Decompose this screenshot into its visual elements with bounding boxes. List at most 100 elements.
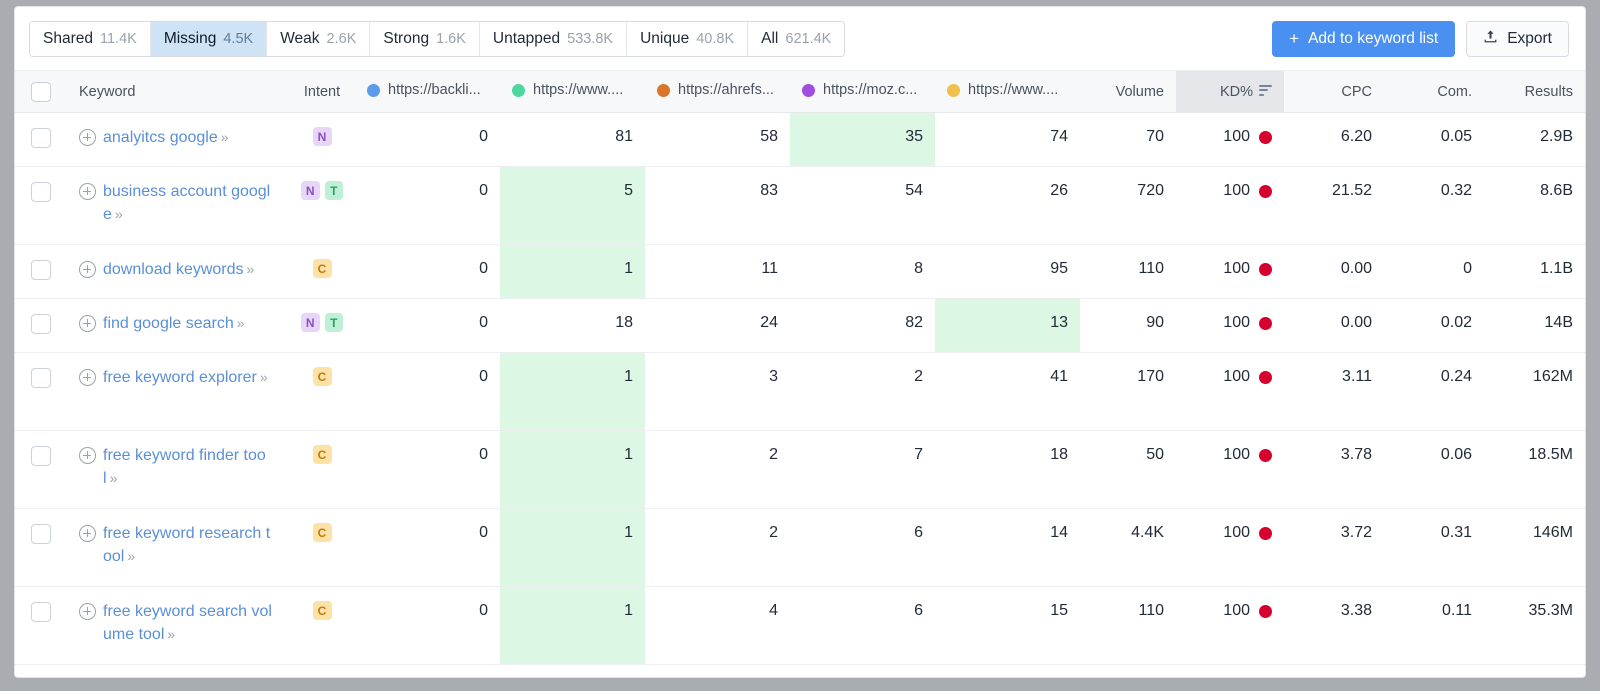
filter-tab-missing[interactable]: Missing 4.5K: [150, 21, 268, 56]
chevron-double-right-icon[interactable]: »: [237, 315, 245, 331]
filter-tab-untapped[interactable]: Untapped 533.8K: [479, 21, 628, 56]
intent-badge-c[interactable]: C: [312, 259, 332, 278]
table-row[interactable]: business account google» N T 0 5 83 54 26 720 100…: [15, 166, 1585, 245]
intent-badge-n[interactable]: N: [301, 181, 320, 200]
table-row[interactable]: free keyword finder tool» C 0 1 2 7 18 50 100 3.7…: [15, 430, 1585, 509]
row-checkbox[interactable]: [31, 314, 51, 334]
intent-badge-t[interactable]: T: [324, 313, 343, 332]
filter-tab-weak[interactable]: Weak 2.6K: [267, 21, 371, 56]
table-row[interactable]: analyitcs google» N 0 81 58 35 74 70 100 6.20 0.05…: [15, 112, 1585, 167]
row-checkbox[interactable]: [31, 602, 51, 622]
table-row[interactable]: free keyword explorer» C 0 1 3 2 41 170 100 3.11 0…: [15, 352, 1585, 431]
row-checkbox[interactable]: [31, 524, 51, 544]
header-com[interactable]: Com.: [1384, 70, 1484, 113]
intent-badge-c[interactable]: C: [312, 601, 332, 620]
upload-icon: [1483, 29, 1498, 49]
add-keyword-icon[interactable]: [79, 315, 96, 332]
keyword-link[interactable]: download keywords»: [103, 258, 255, 281]
intent-badge-n[interactable]: N: [312, 127, 332, 146]
intent-badge-t[interactable]: T: [324, 181, 343, 200]
filter-tab-count: 4.5K: [223, 30, 254, 47]
keyword-cell: free keyword research tool»: [67, 509, 289, 587]
url-rank-cell-1: 5: [500, 166, 645, 245]
keyword-link[interactable]: business account google»: [103, 180, 277, 226]
header-url-0[interactable]: https://backli...: [355, 70, 500, 113]
row-checkbox[interactable]: [31, 260, 51, 280]
add-keyword-icon[interactable]: [79, 183, 96, 200]
filter-tab-unique[interactable]: Unique 40.8K: [627, 21, 749, 56]
keyword-link[interactable]: find google search»: [103, 312, 245, 335]
chevron-double-right-icon[interactable]: »: [115, 206, 123, 222]
header-volume[interactable]: Volume: [1080, 70, 1176, 113]
keyword-link[interactable]: free keyword research tool»: [103, 522, 277, 568]
header-url-1[interactable]: https://www....: [500, 70, 645, 113]
export-button[interactable]: Export: [1466, 20, 1569, 57]
filter-tab-label: Unique: [640, 29, 690, 47]
header-kd[interactable]: KD%: [1176, 70, 1284, 113]
intent-badge-c[interactable]: C: [312, 445, 332, 464]
header-url-2[interactable]: https://ahrefs...: [645, 70, 790, 113]
cpc-cell: 3.38: [1340, 602, 1372, 619]
filter-tab-strong[interactable]: Strong 1.6K: [370, 21, 480, 56]
add-keyword-icon[interactable]: [79, 369, 96, 386]
chevron-double-right-icon[interactable]: »: [127, 548, 135, 564]
kd-value: 100: [1223, 128, 1250, 145]
filter-tab-shared[interactable]: Shared 11.4K: [30, 21, 151, 56]
keyword-filter-segmented-control[interactable]: Shared 11.4K Missing 4.5K Weak 2.6K Strong 1.6K…: [29, 20, 846, 57]
row-checkbox[interactable]: [31, 368, 51, 388]
results-cell: 18.5M: [1528, 446, 1573, 463]
add-keyword-icon[interactable]: [79, 603, 96, 620]
url-rank-cell-4: 74: [1050, 128, 1068, 145]
table-header: Keyword Intent https://backli... https:/…: [15, 70, 1585, 113]
url-rank-cell-1: 81: [615, 128, 633, 145]
url-rank-cell-2: 83: [760, 182, 778, 199]
header-results[interactable]: Results: [1484, 70, 1585, 113]
table-row[interactable]: download keywords» C 0 1 11 8 95 110 100 0.00 0 1.1…: [15, 244, 1585, 299]
url-rank-cell-4: 13: [935, 298, 1080, 353]
intent-badge-n[interactable]: N: [301, 313, 320, 332]
header-intent[interactable]: Intent: [289, 70, 355, 113]
url-rank-cell-3: 2: [914, 368, 923, 385]
add-keyword-icon[interactable]: [79, 447, 96, 464]
add-keyword-icon[interactable]: [79, 261, 96, 278]
intent-cell: C: [289, 245, 355, 299]
add-to-keyword-list-button[interactable]: + Add to keyword list: [1272, 20, 1456, 57]
intent-badge-c[interactable]: C: [312, 523, 332, 542]
header-url-3[interactable]: https://moz.c...: [790, 70, 935, 113]
select-all-checkbox[interactable]: [31, 81, 51, 102]
chevron-double-right-icon[interactable]: »: [260, 369, 268, 385]
kd-value: 100: [1223, 314, 1250, 331]
filter-tab-all[interactable]: All 621.4K: [748, 21, 845, 56]
url-color-dot-4: [947, 83, 960, 97]
keyword-link[interactable]: free keyword explorer»: [103, 366, 268, 389]
header-url-4[interactable]: https://www....: [935, 70, 1080, 113]
chevron-double-right-icon[interactable]: »: [167, 626, 175, 642]
add-keyword-icon[interactable]: [79, 525, 96, 542]
keyword-link[interactable]: free keyword search volume tool»: [103, 600, 277, 646]
url-rank-cell-2: 3: [769, 368, 778, 385]
add-keyword-icon[interactable]: [79, 129, 96, 146]
row-checkbox[interactable]: [31, 182, 51, 202]
filter-tab-label: Strong: [383, 29, 430, 47]
chevron-double-right-icon[interactable]: »: [221, 129, 229, 145]
intent-cell: NT: [289, 167, 355, 245]
row-checkbox[interactable]: [31, 128, 51, 148]
header-cpc[interactable]: CPC: [1284, 70, 1384, 113]
cpc-cell: 6.20: [1340, 128, 1372, 145]
row-select-cell: [15, 167, 67, 245]
volume-cell: 170: [1137, 368, 1164, 385]
volume-cell: 50: [1146, 446, 1164, 463]
table-row[interactable]: find google search» N T 0 18 24 82 13 90 100 0.00 0…: [15, 298, 1585, 353]
table-row[interactable]: free keyword research tool» C 0 1 2 6 14 4.4K 10…: [15, 508, 1585, 587]
table-row[interactable]: free keyword search volume tool» C 0 1 4 6 15 1…: [15, 586, 1585, 665]
intent-badge-c[interactable]: C: [312, 367, 332, 386]
header-url-label-0: https://backli...: [388, 82, 481, 99]
keyword-link[interactable]: free keyword finder tool»: [103, 444, 277, 490]
header-keyword[interactable]: Keyword: [67, 70, 289, 113]
keyword-table: Keyword Intent https://backli... https:/…: [15, 70, 1585, 665]
keyword-link[interactable]: analyitcs google»: [103, 126, 229, 149]
chevron-double-right-icon[interactable]: »: [110, 470, 118, 486]
chevron-double-right-icon[interactable]: »: [247, 261, 255, 277]
sort-descending-icon[interactable]: [1259, 84, 1272, 99]
row-checkbox[interactable]: [31, 446, 51, 466]
